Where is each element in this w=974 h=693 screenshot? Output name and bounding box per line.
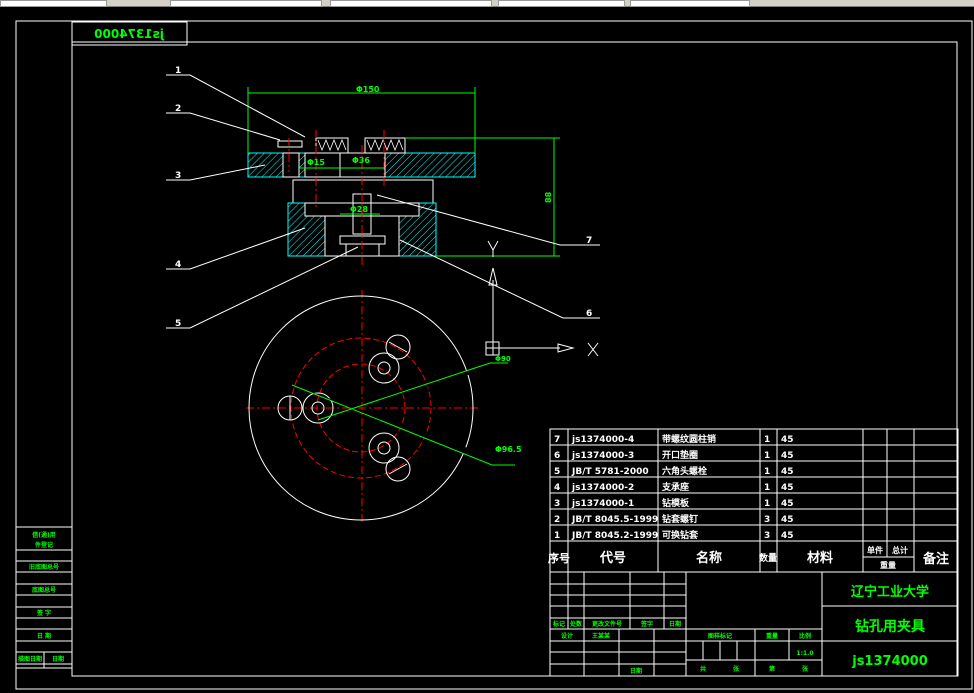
parts-cell-name: 开口垫圈 [662, 449, 698, 461]
balloon-1: 1 [175, 66, 181, 76]
parts-cell-name: 钻模板 [662, 497, 690, 509]
parts-cell-code: js1374000-1 [571, 499, 634, 509]
parts-cell-no: 1 [554, 531, 560, 541]
parts-cell-code: JB/T 8045.5-1999 [571, 515, 658, 525]
y-axis-label: Y [491, 240, 499, 250]
dim-circle1: Φ90 [495, 355, 511, 363]
parts-cell-no: 5 [554, 467, 560, 477]
header-code: 代号 [599, 550, 626, 566]
mirrored-code: js1374000 [94, 27, 165, 41]
dim-width: Φ150 [356, 85, 380, 94]
front-view: Φ150 88 Φ15 Φ36 Φ28 [246, 85, 560, 525]
ls-borrow-1: 借(通)用 [31, 531, 56, 539]
balloon-2: 2 [175, 104, 181, 114]
parts-cell-no: 2 [554, 515, 560, 525]
parts-cell-no: 3 [554, 499, 560, 509]
header-no: 序号 [548, 551, 570, 565]
parts-cell-no: 6 [554, 451, 560, 461]
parts-cell-material: 45 [781, 435, 794, 445]
tb-sheet2: 张 [802, 665, 809, 673]
parts-cell-name: 六角头螺栓 [662, 465, 707, 477]
ls-trace-date: 描图日期 [18, 655, 42, 663]
balloon-4: 4 [175, 260, 181, 270]
parts-cell-no: 7 [554, 435, 560, 445]
dim-bore2: Φ36 [352, 156, 370, 165]
parts-cell-qty: 1 [764, 451, 770, 461]
tb-change-doc: 更改文件号 [592, 620, 622, 628]
header-material: 材料 [807, 550, 833, 566]
ls-base: 底图总号 [32, 586, 56, 594]
tb-mark: 标记 [552, 620, 565, 628]
parts-cell-name: 带螺纹圆柱销 [662, 433, 716, 445]
parts-cell-code: js1374000-3 [571, 451, 634, 461]
parts-cell-code: JB/T 8045.2-1999 [571, 531, 658, 541]
header-unit: 单件 [867, 545, 883, 555]
tb-count: 处数 [569, 620, 583, 628]
tb-scale: 比例 [799, 632, 811, 640]
header-total: 总计 [892, 545, 908, 555]
tb-total-sheets: 共 [700, 665, 706, 673]
tb-designer: 王某某 [592, 632, 611, 640]
parts-cell-no: 4 [554, 483, 560, 493]
header-remark: 备注 [922, 551, 949, 567]
header-qty: 数量 [759, 552, 777, 564]
parts-cell-code: js1374000-4 [571, 435, 634, 445]
cad-drawing[interactable]: js1374000 Φ150 88 Φ15 Φ36 Φ28 1 2 3 4 5 … [0, 0, 974, 693]
tb-date: 日期 [669, 620, 681, 628]
dim-bore3: Φ28 [350, 205, 368, 214]
ls-date: 日 期 [37, 632, 51, 640]
x-axis-label: X [590, 354, 591, 356]
parts-cell-code: JB/T 5781-2000 [571, 467, 649, 477]
parts-cell-material: 45 [781, 467, 794, 477]
tb-weight: 重量 [766, 632, 778, 640]
ls-old-base: 旧底图总号 [29, 563, 59, 571]
tb-stage-mark: 图样标记 [708, 632, 732, 640]
tb-scale-value: 1:1.0 [796, 650, 813, 657]
school-name: 辽宁工业大学 [851, 584, 929, 600]
parts-cell-qty: 3 [764, 531, 770, 541]
parts-cell-qty: 1 [764, 467, 770, 477]
tb-check-date: 日期 [630, 667, 642, 675]
parts-cell-qty: 3 [764, 515, 770, 525]
parts-cell-name: 可换钻套 [662, 529, 699, 541]
ls-sign: 签 字 [36, 609, 51, 617]
tb-page: 第 [768, 665, 775, 673]
leaders [166, 74, 600, 329]
header-weight: 重量 [880, 560, 896, 570]
drawing-title: 钻孔用夹具 [855, 618, 925, 635]
tb-design: 设计 [561, 632, 573, 640]
parts-cell-name: 支承座 [661, 481, 689, 493]
dim-circle2: Φ96.5 [495, 445, 522, 454]
ls-borrow-2: 件登记 [35, 541, 53, 549]
tb-sheet: 张 [733, 665, 740, 673]
tb-sign: 签字 [640, 620, 653, 628]
balloon-7: 7 [586, 236, 592, 246]
parts-cell-qty: 1 [764, 483, 770, 493]
dim-bore1: Φ15 [307, 158, 325, 167]
parts-cell-material: 45 [781, 499, 794, 509]
balloon-3: 3 [175, 171, 181, 181]
parts-cell-material: 45 [781, 483, 794, 493]
inner-frame [71, 41, 958, 677]
parts-cell-qty: 1 [764, 435, 770, 445]
balloon-6: 6 [586, 309, 592, 319]
dim-height: 88 [544, 191, 553, 203]
parts-cell-name: 钻套螺钉 [662, 513, 698, 525]
ls-date2: 日期 [52, 655, 64, 663]
balloon-5: 5 [175, 319, 181, 329]
parts-cell-material: 45 [781, 451, 794, 461]
parts-cell-material: 45 [781, 515, 794, 525]
parts-cell-material: 45 [781, 531, 794, 541]
ucs-icon [485, 240, 599, 357]
parts-cell-qty: 1 [764, 499, 770, 509]
header-name: 名称 [696, 550, 722, 566]
parts-cell-code: js1374000-2 [571, 483, 634, 493]
drawing-code: js1374000 [851, 654, 928, 669]
